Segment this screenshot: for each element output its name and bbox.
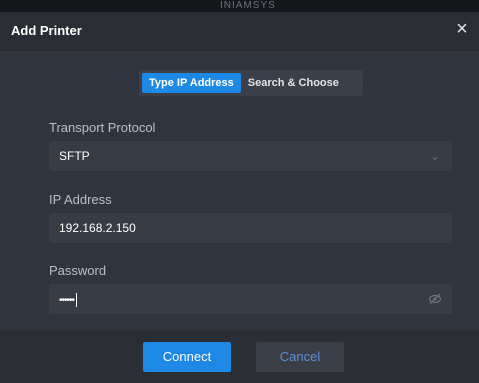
ip-address-label: IP Address — [49, 192, 112, 207]
chevron-down-icon: ⌄ — [429, 149, 440, 163]
dialog-footer: Connect Cancel — [0, 330, 479, 383]
tab-type-ip-address[interactable]: Type IP Address — [142, 73, 241, 93]
add-printer-dialog: Add Printer × Type IP Address Search & C… — [0, 12, 479, 383]
transport-protocol-label: Transport Protocol — [49, 120, 156, 135]
close-icon[interactable]: × — [451, 18, 473, 40]
password-input[interactable]: •••••• — [49, 284, 452, 314]
background-app-text: INIAMSYS — [220, 0, 276, 11]
connect-button[interactable]: Connect — [143, 342, 231, 372]
password-label: Password — [49, 263, 107, 278]
ip-address-input[interactable]: 192.168.2.150 — [49, 213, 452, 243]
eye-off-icon[interactable] — [428, 292, 442, 306]
transport-protocol-value: SFTP — [59, 149, 90, 163]
password-masked-value: •••••• — [59, 295, 75, 306]
cancel-button[interactable]: Cancel — [256, 342, 344, 372]
text-caret — [76, 292, 78, 307]
transport-protocol-select[interactable]: SFTP ⌄ — [49, 141, 452, 171]
dialog-titlebar: Add Printer × — [0, 12, 479, 51]
ip-address-value: 192.168.2.150 — [59, 221, 136, 235]
mode-tabs: Type IP Address Search & Choose — [139, 70, 363, 96]
dialog-title: Add Printer — [11, 23, 82, 38]
background-app-strip: INIAMSYS — [0, 0, 479, 12]
tab-search-and-choose[interactable]: Search & Choose — [241, 73, 346, 93]
